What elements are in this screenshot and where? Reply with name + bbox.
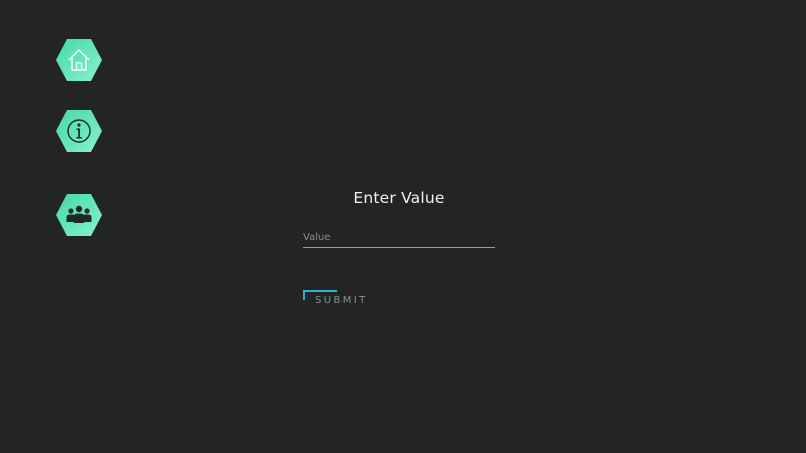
form-title: Enter Value bbox=[353, 189, 445, 207]
nav-team-button[interactable] bbox=[55, 193, 103, 237]
value-form: Enter Value SUBMIT bbox=[303, 186, 495, 306]
page: Enter Value SUBMIT bbox=[0, 0, 806, 453]
hexagon-shape bbox=[56, 110, 102, 152]
submit-button[interactable]: SUBMIT bbox=[303, 290, 373, 308]
submit-label: SUBMIT bbox=[315, 295, 368, 306]
nav-home-button[interactable] bbox=[55, 38, 103, 82]
hexagon-shape bbox=[56, 39, 102, 81]
hexagon-shape bbox=[56, 194, 102, 236]
nav-info-button[interactable] bbox=[55, 109, 103, 153]
value-input[interactable] bbox=[303, 228, 495, 248]
